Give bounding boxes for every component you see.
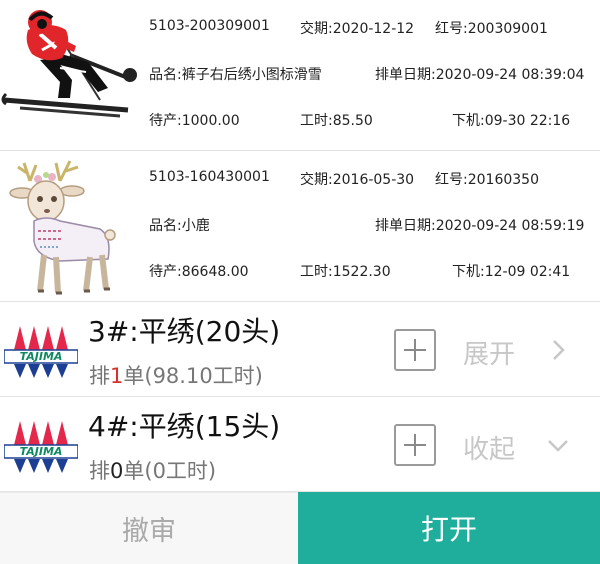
red-number: 红号:200309001 <box>435 21 548 37</box>
deer-embroidery-icon <box>9 160 116 295</box>
summary-prefix: 排 <box>89 459 110 483</box>
chevron-right-icon[interactable] <box>544 336 572 364</box>
order-code: 5103-200309001 <box>149 18 270 34</box>
order-card[interactable]: 5103-160430001 交期:2016-05-30 红号:20160350… <box>0 151 600 302</box>
add-icon[interactable] <box>394 424 436 466</box>
machine-title: 3#:平绣(20头) <box>88 315 281 348</box>
add-icon[interactable] <box>394 329 436 371</box>
off-machine-time: 下机:12-09 02:41 <box>452 264 571 280</box>
tajima-logo: TAJIMA <box>4 421 78 473</box>
red-number: 红号:20160350 <box>435 172 539 188</box>
tajima-logo: TAJIMA <box>4 326 78 378</box>
expand-toggle[interactable]: 展开 <box>463 334 515 371</box>
schedule-date: 排单日期:2020-09-24 08:39:04 <box>375 67 585 83</box>
delivery-date: 交期:2016-05-30 <box>300 172 415 188</box>
chevron-down-icon[interactable] <box>544 431 572 459</box>
summary-prefix: 排 <box>89 364 110 388</box>
order-count: 0 <box>110 459 124 483</box>
delivery-date: 交期:2020-12-12 <box>300 21 415 37</box>
tajima-logo-text: TAJIMA <box>20 445 63 458</box>
revoke-button[interactable]: 撤审 <box>0 492 298 564</box>
machine-row-3[interactable]: TAJIMA 3#:平绣(20头) 排1单(98.10工时) 展开 <box>0 302 600 397</box>
open-button[interactable]: 打开 <box>298 492 600 564</box>
product-name: 品名:小鹿 <box>149 218 210 234</box>
off-machine-time: 下机:09-30 22:16 <box>452 113 571 129</box>
machine-row-4[interactable]: TAJIMA 4#:平绣(15头) 排0单(0工时) 收起 <box>0 397 600 492</box>
schedule-date: 排单日期:2020-09-24 08:59:19 <box>375 218 585 234</box>
work-hours: 工时:85.50 <box>300 113 373 129</box>
summary-suffix: 单(98.10工时) <box>123 364 263 388</box>
pending-quantity: 待产:86648.00 <box>149 264 249 280</box>
collapse-toggle[interactable]: 收起 <box>463 429 515 466</box>
order-code: 5103-160430001 <box>149 169 270 185</box>
work-hours: 工时:1522.30 <box>300 264 391 280</box>
skier-embroidery-icon <box>1 10 137 118</box>
tajima-logo-text: TAJIMA <box>20 350 63 363</box>
product-name: 品名:裤子右后绣小图标滑雪 <box>149 67 322 83</box>
order-count: 1 <box>110 364 124 388</box>
pending-quantity: 待产:1000.00 <box>149 113 240 129</box>
bottom-action-bar: 撤审 打开 <box>0 492 600 564</box>
summary-suffix: 单(0工时) <box>123 459 217 483</box>
machine-title: 4#:平绣(15头) <box>88 410 281 443</box>
machine-summary: 排1单(98.10工时) <box>89 360 263 390</box>
machine-summary: 排0单(0工时) <box>89 455 216 485</box>
order-card[interactable]: 5103-200309001 交期:2020-12-12 红号:20030900… <box>0 0 600 151</box>
